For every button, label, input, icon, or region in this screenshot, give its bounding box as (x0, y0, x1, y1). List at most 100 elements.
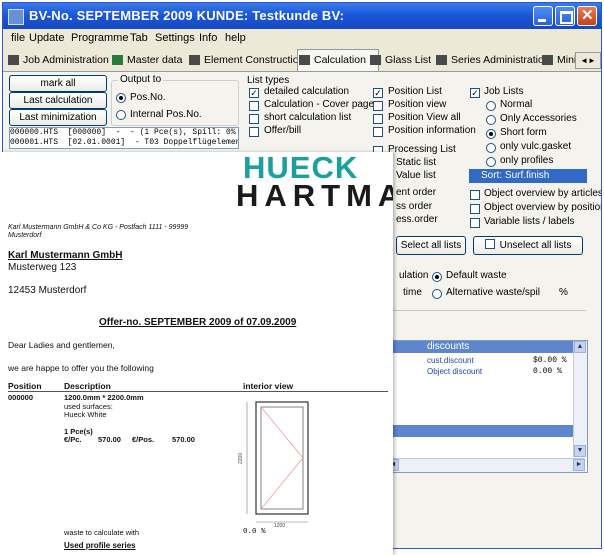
value-list-label: Value list (396, 170, 436, 181)
menu-help[interactable]: help (225, 32, 246, 44)
waste-calc-value: 0.0 % (243, 528, 266, 536)
tab-job-administration[interactable]: Job Administration (7, 51, 109, 69)
job-only-vulc-gasket-radio[interactable] (486, 143, 496, 153)
output-to-group: Output to Pos.No. Internal Pos.No. (111, 74, 239, 126)
last-minimization-button[interactable]: Last minimization (9, 109, 107, 126)
variable-lists-labels-checkbox[interactable] (470, 218, 480, 228)
job-only-accessories-radio[interactable] (486, 115, 496, 125)
menu-settings[interactable]: Settings (155, 32, 195, 44)
opening-line-top (260, 406, 304, 459)
horizontal-scrollbar[interactable]: ◄ ► (387, 458, 585, 472)
sender-city: Musterdorf (8, 232, 42, 239)
output-internal-posno-radio[interactable] (116, 110, 126, 120)
element-dimensions: 1200.0mm * 2200.0mm (64, 393, 144, 402)
object-overview-articles-label: Object overview by articles (484, 188, 602, 199)
menu-bar: file Update Programme Tab Settings Info … (3, 29, 601, 48)
object-overview-articles-checkbox[interactable] (470, 190, 480, 200)
minim-icon (542, 55, 553, 65)
sort-field[interactable]: Sort: Surf.finish (469, 169, 587, 183)
job-normal-radio[interactable] (486, 101, 496, 111)
alternative-waste-radio[interactable] (432, 289, 442, 299)
ess-order-label: ess.order (396, 214, 438, 225)
select-all-lists-button[interactable]: Select all lists (396, 236, 466, 255)
tab-element-construction[interactable]: Element Construction (188, 51, 304, 69)
position-view-label: Position view (388, 99, 447, 110)
scroll-down-icon[interactable]: ▼ (574, 445, 586, 457)
detailed-calculation-label: detailed calculation (264, 86, 350, 97)
discounts-grid[interactable]: discounts cust.discount $0.00 % Object d… (386, 340, 588, 473)
job-only-profiles-radio[interactable] (486, 157, 496, 167)
ent-order-label: ent order (396, 187, 437, 198)
log-line: 000001.HTS [02.01.0001] - T03 Doppelflüg… (10, 138, 239, 147)
scroll-up-icon[interactable]: ▲ (574, 341, 586, 353)
offer-document-preview: HUECK HARTMANN Karl Mustermann GmbH & Co… (0, 152, 393, 555)
calculation-log[interactable]: 000000.HTS [000000] - - (1 Pce(s), Spill… (9, 127, 239, 149)
intro-text: we are happe to offer you the following (8, 363, 154, 373)
col-interior-header: interior view (243, 381, 294, 391)
offer-bill-checkbox[interactable] (249, 127, 259, 137)
tab-glass-list[interactable]: Glass List (369, 51, 431, 69)
position-information-checkbox[interactable] (373, 127, 383, 137)
divider (386, 310, 586, 335)
mark-all-button[interactable]: mark all (9, 75, 107, 92)
element-construction-icon (189, 55, 200, 65)
frame-outer (255, 401, 309, 515)
position-number: 000000 (8, 393, 34, 402)
default-waste-radio[interactable] (432, 272, 442, 282)
col-description-header: Description (64, 381, 111, 391)
surface-value: Hueck White (64, 410, 107, 419)
waste-row1-prefix: ulation (399, 270, 429, 281)
position-information-label: Position information (388, 125, 476, 136)
height-dimension-text: 2200 (238, 453, 244, 464)
short-calculation-list-checkbox[interactable] (249, 114, 259, 124)
menu-file[interactable]: file (11, 32, 25, 44)
calculation-icon (299, 55, 310, 65)
minimize-button[interactable] (533, 6, 553, 26)
position-view-all-checkbox[interactable] (373, 114, 383, 124)
app-icon (8, 9, 24, 25)
short-calculation-list-label: short calculation list (264, 112, 352, 123)
position-list-checkbox[interactable]: ✓ (373, 88, 383, 98)
position-view-checkbox[interactable] (373, 101, 383, 111)
offer-title: Offer-no. SEPTEMBER 2009 of 07.09.2009 (99, 317, 297, 328)
object-overview-positions-checkbox[interactable] (470, 204, 480, 214)
opening-line-bottom (260, 457, 304, 510)
menu-tab[interactable]: Tab (130, 32, 148, 44)
output-posno-radio[interactable] (116, 93, 126, 103)
unselect-all-lists-button[interactable]: Unselect all lists (473, 236, 583, 255)
vertical-scrollbar[interactable]: ▲ ▼ (573, 341, 587, 457)
tab-calculation[interactable]: Calculation (297, 49, 379, 71)
frame-inner (260, 406, 304, 510)
tab-series-administration[interactable]: Series Administration (435, 51, 550, 69)
sender-line: Karl Mustermann GmbH & Co KG - Postfach … (8, 224, 189, 231)
price-per-position-label: €/Pos. (132, 435, 155, 444)
tab-master-data[interactable]: Master data (111, 51, 182, 69)
output-to-title: Output to (118, 74, 164, 85)
selected-row[interactable] (387, 425, 573, 437)
menu-info[interactable]: Info (199, 32, 217, 44)
job-admin-icon (8, 55, 19, 65)
cust-discount-label: cust.discount (427, 356, 474, 365)
waste-unit-label: % (559, 287, 568, 298)
menu-update[interactable]: Update (29, 32, 64, 44)
close-button[interactable]: ✕ (577, 6, 597, 26)
static-list-label: Static list (396, 157, 437, 168)
tab-scroll-arrows[interactable]: ◄► (575, 52, 601, 69)
default-waste-label: Default waste (446, 270, 507, 281)
calculation-cover-page-checkbox[interactable] (249, 101, 259, 111)
last-calculation-button[interactable]: Last calculation (9, 92, 107, 109)
col-position-header: Position (8, 381, 42, 391)
maximize-button[interactable] (555, 6, 575, 26)
job-short-form-radio[interactable] (486, 129, 496, 139)
title-bar[interactable]: BV-No. SEPTEMBER 2009 KUNDE: Testkunde B… (3, 3, 601, 29)
price-per-piece-label: €/Pc. (64, 435, 82, 444)
detailed-calculation-checkbox[interactable]: ✓ (249, 88, 259, 98)
menu-programme[interactable]: Programme (71, 32, 128, 44)
window-title: BV-No. SEPTEMBER 2009 KUNDE: Testkunde B… (29, 8, 345, 23)
close-icon: ✕ (581, 7, 594, 24)
job-lists-checkbox[interactable]: ✓ (470, 88, 480, 98)
alternative-waste-label: Alternative waste/spil (446, 287, 540, 298)
scroll-right-icon[interactable]: ► (573, 459, 585, 471)
price-per-position: 570.00 (172, 435, 195, 444)
job-only-vulc-gasket-label: only vulc.gasket (500, 141, 572, 152)
